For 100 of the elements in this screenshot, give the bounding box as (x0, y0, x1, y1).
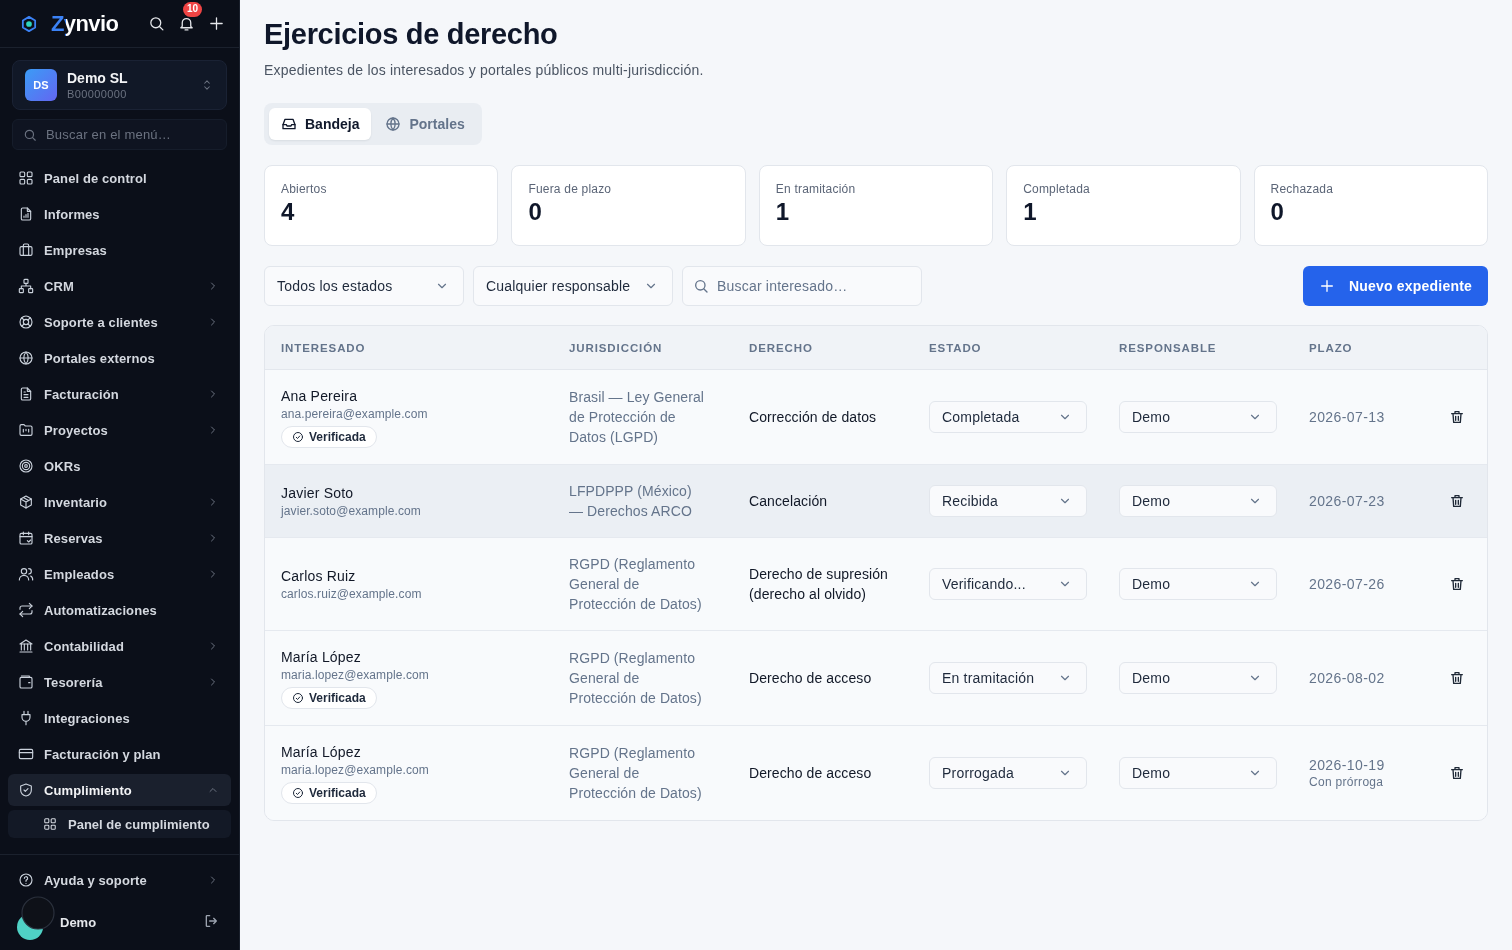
owner-select[interactable]: Demo (1119, 401, 1277, 433)
email-text: ana.pereira@example.com (281, 406, 428, 423)
stat-label: Fuera de plazo (528, 181, 612, 197)
repeat-icon (18, 602, 34, 618)
workspace-name: Demo SL (67, 68, 128, 87)
nav-item[interactable]: Automatizaciones (8, 594, 231, 626)
tag-text: Verificada (309, 786, 366, 800)
column-header: PLAZO (1309, 341, 1354, 354)
stat-value: 1 (1023, 197, 1037, 227)
column-header: JURISDICCIÓN (569, 341, 664, 354)
tag-text: Verificada (309, 430, 366, 444)
workspace-avatar: DS (25, 69, 57, 101)
nav-item[interactable]: OKRs (8, 450, 231, 482)
status-select[interactable]: En tramitación (929, 662, 1087, 694)
search-icon (147, 15, 165, 32)
deadline-text: 2026-10-19 (1309, 756, 1385, 774)
wallet-icon (18, 674, 34, 690)
logout-button[interactable] (203, 913, 219, 929)
workspace-id: B00000000 (67, 86, 127, 102)
nav-item[interactable]: Facturación y plan (8, 738, 231, 770)
jurisdiction-text: RGPD (Reglamento General de Protección de Datos) (569, 555, 703, 614)
column-header: INTERESADO (281, 341, 367, 354)
check-circle-icon (292, 692, 304, 704)
plug-icon (18, 710, 34, 726)
logout-icon (203, 913, 219, 929)
plus-icon (1319, 278, 1335, 294)
status-select[interactable]: Completada (929, 401, 1087, 433)
tab[interactable]: Portales (373, 108, 477, 140)
nav-item[interactable]: Integraciones (8, 702, 231, 734)
owner-select[interactable]: Demo (1119, 568, 1277, 600)
globe-icon (385, 116, 402, 132)
help-item[interactable]: Ayuda y soporte (8, 864, 231, 896)
tab[interactable]: Bandeja (269, 108, 372, 140)
nav-item[interactable]: Cumplimiento (8, 774, 231, 806)
person-name: Carlos Ruiz (281, 566, 356, 586)
new-record-button[interactable]: Nuevo expediente (1303, 266, 1488, 306)
nav-item[interactable]: Facturación (8, 378, 231, 410)
briefcase-icon (18, 242, 34, 258)
jurisdiction-text: Brasil — Ley General de Protección de Datos (LGPD) (569, 388, 706, 447)
status-filter-select[interactable]: Todos los estados (264, 266, 464, 306)
tag-text: Verificada (309, 691, 366, 705)
right-text: Derecho de supresión (derecho al olvido) (749, 565, 889, 604)
nav-item[interactable]: Inventario (8, 486, 231, 518)
status-select[interactable]: Verificando... (929, 568, 1087, 600)
trash-icon (1449, 765, 1465, 781)
owner-select[interactable]: Demo (1119, 485, 1277, 517)
avatar-icon (14, 896, 58, 942)
nav-item[interactable]: Proyectos (8, 414, 231, 446)
nav-item[interactable]: Contabilidad (8, 630, 231, 662)
person-name: Ana Pereira (281, 387, 358, 406)
nav-item[interactable]: Portales externos (8, 342, 231, 374)
menu-search-field[interactable]: Buscar en el menú… (12, 119, 227, 150)
email-text: maria.lopez@example.com (281, 667, 429, 684)
nav-item[interactable]: Panel de control (8, 162, 231, 194)
jurisdiction-text: RGPD (Reglamento General de Protección de Datos) (569, 744, 703, 803)
deadline-note: Con prórroga (1309, 774, 1384, 790)
person-name: María López (281, 648, 362, 667)
nav-item[interactable]: Tesorería (8, 666, 231, 698)
deadline-text: 2026-07-23 (1309, 492, 1385, 510)
globe-icon (18, 350, 34, 366)
grid-icon (43, 817, 57, 831)
nav-item[interactable]: Reservas (8, 522, 231, 554)
owner-select[interactable]: Demo (1119, 757, 1277, 789)
plus-icon (207, 15, 225, 32)
stat-label: En tramitación (775, 181, 856, 197)
right-text: Cancelación (749, 492, 829, 511)
target-icon (18, 458, 34, 474)
card-icon (18, 746, 34, 762)
nav-item[interactable]: Empresas (8, 234, 231, 266)
person-name: Javier Soto (281, 483, 354, 503)
stat-value: 4 (281, 197, 295, 227)
hierarchy-icon (18, 278, 34, 294)
owner-filter-select[interactable]: Cualquier responsable (473, 266, 673, 306)
nav-item[interactable]: Empleados (8, 558, 231, 590)
owner-select[interactable]: Demo (1119, 662, 1277, 694)
trash-icon (1449, 409, 1465, 425)
nav-item[interactable]: Informes (8, 198, 231, 230)
stat-value: 1 (775, 197, 790, 227)
stat-value: 0 (528, 197, 542, 227)
search-field[interactable]: Buscar interesado… (682, 266, 922, 306)
people-icon (18, 566, 34, 582)
email-text: carlos.ruiz@example.com (281, 585, 422, 603)
nav-item[interactable]: CRM (8, 270, 231, 302)
workspace-switcher[interactable]: DS Demo SL B00000000 (12, 60, 227, 110)
jurisdiction-text: LFPDPPP (México) — Derechos ARCO (569, 482, 693, 521)
folder-icon (18, 422, 34, 438)
column-header: ESTADO (929, 341, 983, 354)
grid-icon (18, 170, 34, 186)
question-circle-icon (18, 872, 34, 888)
page-subtitle: Expedientes de los interesados y portales públicos multi-jurisdicción. (264, 61, 705, 80)
status-select[interactable]: Prorrogada (929, 757, 1087, 789)
nav-subitem[interactable]: Panel de cumplimiento (8, 810, 231, 838)
nav-item[interactable]: Soporte a clientes (8, 306, 231, 338)
document-icon (18, 386, 34, 402)
status-select[interactable]: Recibida (929, 485, 1087, 517)
right-text: Derecho de acceso (749, 669, 873, 688)
bell-icon (177, 15, 195, 32)
stat-value: 0 (1270, 197, 1284, 227)
right-text: Corrección de datos (749, 408, 878, 427)
page-title: Ejercicios de derecho (264, 17, 559, 52)
